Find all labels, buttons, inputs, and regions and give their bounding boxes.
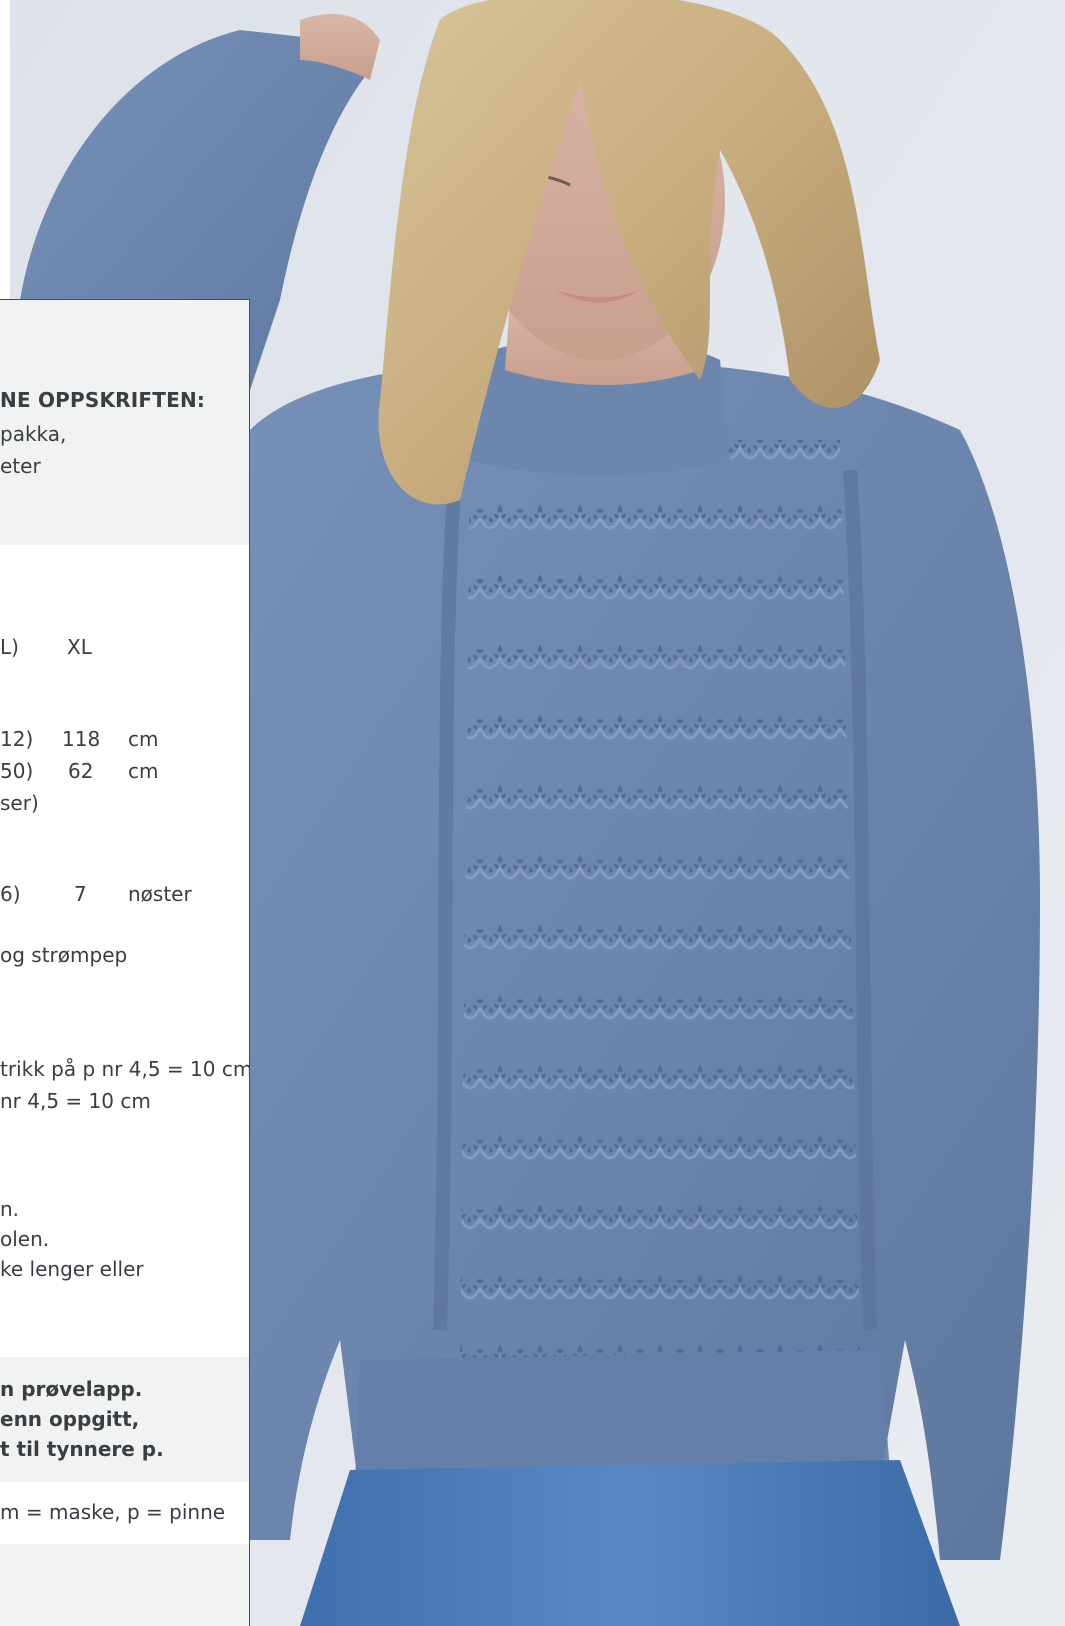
bottom-block — [0, 1544, 249, 1626]
needles-text: og strømpep — [0, 943, 128, 967]
length-unit: cm — [128, 759, 159, 783]
lace-pattern — [460, 440, 860, 1360]
materials-header-block: NE OPPSKRIFTEN: pakka, eter — [0, 300, 249, 545]
gauge-tip-block: n prøvelapp. enn oppgitt, t til tynnere … — [0, 1357, 249, 1482]
tip-line-2: enn oppgitt, — [0, 1407, 140, 1431]
materials-line-1: pakka, — [0, 422, 67, 446]
chest-value: 118 — [62, 727, 101, 751]
gauge-line-1: trikk på p nr 4,5 = 10 cm — [0, 1057, 249, 1081]
note-line-2: olen. — [0, 1227, 50, 1251]
sizes-block: L) XL 12) 118 cm 50) 62 cm ser) 6) 7 nøs… — [0, 545, 249, 1357]
gauge-line-2: nr 4,5 = 10 cm — [0, 1089, 151, 1113]
measure-note: ser) — [0, 791, 39, 815]
yarn-unit: nøster — [128, 882, 192, 906]
abbreviations-text: m = maske, p = pinne — [0, 1500, 226, 1524]
length-prev: 50) — [0, 759, 34, 783]
abbreviations-block: m = maske, p = pinne — [0, 1482, 249, 1544]
length-value: 62 — [68, 759, 94, 783]
materials-line-2: eter — [0, 454, 41, 478]
size-label-xl: XL — [67, 635, 92, 659]
size-label-l: L) — [0, 635, 19, 659]
tip-line-3: t til tynnere p. — [0, 1437, 164, 1461]
note-line-1: n. — [0, 1197, 20, 1221]
pattern-info-panel: NE OPPSKRIFTEN: pakka, eter L) XL 12) 11… — [0, 299, 250, 1626]
tip-line-1: n prøvelapp. — [0, 1377, 143, 1401]
chest-prev: 12) — [0, 727, 34, 751]
yarn-value: 7 — [74, 882, 87, 906]
yarn-prev: 6) — [0, 882, 21, 906]
chest-unit: cm — [128, 727, 159, 751]
note-line-3: ke lenger eller — [0, 1257, 144, 1281]
jeans — [300, 1460, 960, 1626]
materials-header-title: NE OPPSKRIFTEN: — [0, 388, 206, 412]
